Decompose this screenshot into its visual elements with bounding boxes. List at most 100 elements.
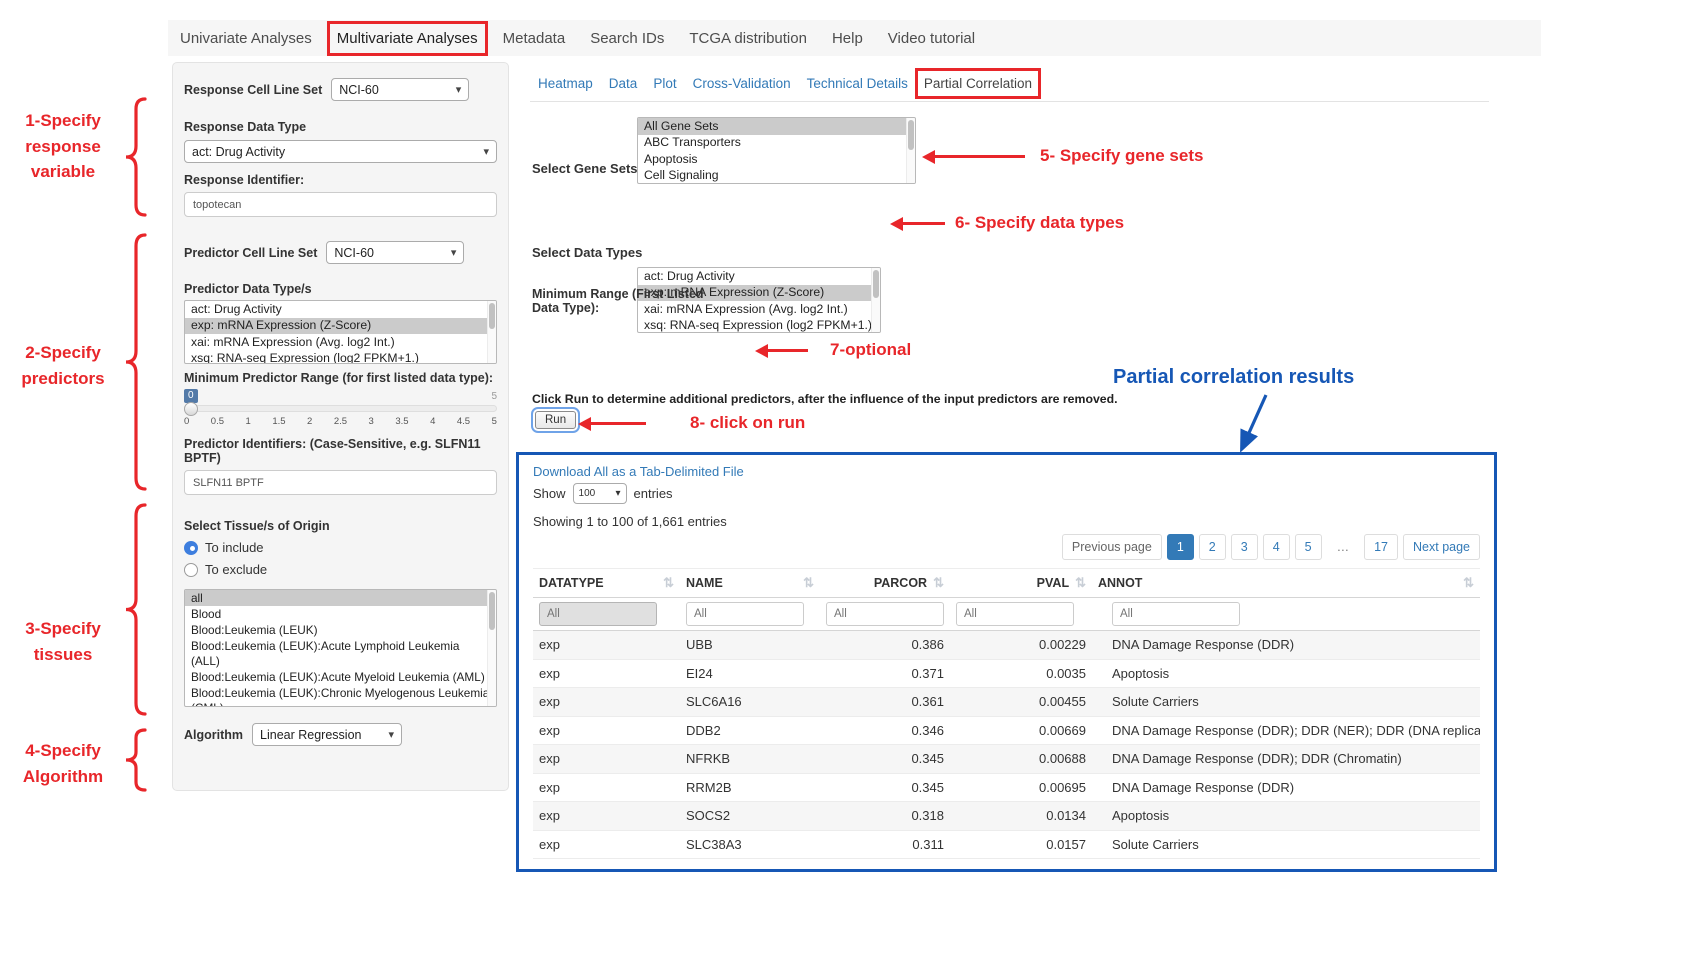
- list-option[interactable]: xsq: RNA-seq Expression (log2 FPKM+1.): [185, 351, 496, 364]
- table-row[interactable]: exp RRM2B 0.345 0.00695 DNA Damage Respo…: [533, 774, 1480, 803]
- response-cell-line-set-select[interactable]: NCI-60 ▾: [331, 78, 469, 101]
- download-all-link[interactable]: Download All as a Tab-Delimited File: [533, 464, 744, 479]
- tab-heatmap[interactable]: Heatmap: [538, 76, 593, 91]
- radio-to-exclude[interactable]: To exclude: [184, 562, 497, 577]
- cell-datatype: exp: [533, 694, 680, 709]
- table-row[interactable]: exp NFRKB 0.345 0.00688 DNA Damage Respo…: [533, 745, 1480, 774]
- radio-to-include[interactable]: To include: [184, 540, 497, 555]
- sort-icon[interactable]: ⇅: [1463, 575, 1474, 591]
- cell-datatype: exp: [533, 780, 680, 795]
- cell-parcor: 0.386: [820, 637, 950, 652]
- list-option[interactable]: Blood: [185, 606, 496, 622]
- tab-cross-validation[interactable]: Cross-Validation: [693, 76, 791, 91]
- column-header-annot[interactable]: ANNOT ⇅: [1092, 575, 1480, 591]
- cell-name: DDB2: [680, 723, 820, 738]
- list-option[interactable]: Blood:Leukemia (LEUK):Chronic Myelogenou…: [185, 686, 496, 707]
- response-data-type-select[interactable]: act: Drug Activity ▾: [184, 140, 497, 163]
- column-header-pval[interactable]: PVAL ⇅: [950, 575, 1092, 591]
- page-button-1[interactable]: 1: [1167, 534, 1194, 560]
- list-option[interactable]: xai: mRNA Expression (Avg. log2 Int.): [185, 334, 496, 351]
- chevron-down-icon: ▾: [456, 83, 462, 96]
- predictor-cell-line-set-select[interactable]: NCI-60 ▾: [326, 241, 464, 264]
- scrollbar-thumb[interactable]: [873, 270, 879, 298]
- tick-label: 1: [246, 416, 251, 427]
- cell-parcor: 0.345: [820, 751, 950, 766]
- tab-data[interactable]: Data: [609, 76, 638, 91]
- filter-input-datatype[interactable]: [539, 602, 657, 626]
- list-option[interactable]: act: Drug Activity: [185, 301, 496, 318]
- list-option[interactable]: Blood:Leukemia (LEUK):Acute Lymphoid Leu…: [185, 638, 496, 669]
- tick-label: 2.5: [334, 416, 347, 427]
- sort-icon[interactable]: ⇅: [663, 575, 674, 591]
- list-option[interactable]: ABC Transporters: [638, 135, 915, 152]
- list-option[interactable]: Blood:Leukemia (LEUK):Acute Myeloid Leuk…: [185, 669, 496, 685]
- column-label: DATATYPE: [539, 576, 604, 590]
- annotation-step4: 4-Specify Algorithm: [8, 738, 118, 789]
- list-option[interactable]: Cell Signaling: [638, 168, 915, 184]
- predictor-identifiers-input[interactable]: [184, 470, 497, 495]
- nav-item-tcga-distribution[interactable]: TCGA distribution: [689, 30, 807, 47]
- slider-handle[interactable]: [184, 402, 198, 416]
- algorithm-label: Algorithm: [184, 728, 243, 742]
- sort-icon[interactable]: ⇅: [933, 575, 944, 591]
- slider-track[interactable]: [184, 405, 497, 412]
- filter-input-annot[interactable]: [1112, 602, 1240, 626]
- scrollbar-thumb[interactable]: [908, 120, 914, 150]
- select-value: act: Drug Activity: [192, 145, 285, 159]
- table-row[interactable]: exp EI24 0.371 0.0035 Apoptosis: [533, 660, 1480, 689]
- cell-name: SLC38A3: [680, 837, 820, 852]
- min-range-label: Minimum Range (First Listed Data Type):: [532, 287, 710, 315]
- page-button-17[interactable]: 17: [1364, 534, 1398, 560]
- table-row[interactable]: exp SLC38A3 0.311 0.0157 Solute Carriers: [533, 831, 1480, 860]
- select-value: NCI-60: [339, 83, 379, 97]
- nav-item-video-tutorial[interactable]: Video tutorial: [888, 30, 975, 47]
- next-page-button[interactable]: Next page: [1403, 534, 1480, 560]
- tab-plot[interactable]: Plot: [653, 76, 676, 91]
- column-header-name[interactable]: NAME ⇅: [680, 575, 820, 591]
- filter-input-name[interactable]: [686, 602, 804, 626]
- chevron-down-icon: ▾: [451, 246, 457, 259]
- list-option[interactable]: act: Drug Activity: [638, 268, 880, 285]
- scrollbar[interactable]: [487, 301, 496, 363]
- table-row[interactable]: exp UBB 0.386 0.00229 DNA Damage Respons…: [533, 631, 1480, 660]
- scrollbar[interactable]: [906, 118, 915, 183]
- list-option[interactable]: Apoptosis: [638, 151, 915, 168]
- page-button-2[interactable]: 2: [1199, 534, 1226, 560]
- cell-name: SOCS2: [680, 808, 820, 823]
- scrollbar-thumb[interactable]: [489, 303, 495, 329]
- page-size-select[interactable]: 100 ▾: [573, 483, 627, 504]
- page-button-3[interactable]: 3: [1231, 534, 1258, 560]
- nav-item-search-ids[interactable]: Search IDs: [590, 30, 664, 47]
- response-identifier-input[interactable]: [184, 192, 497, 217]
- list-option[interactable]: Blood:Leukemia (LEUK): [185, 622, 496, 638]
- page-button-5[interactable]: 5: [1295, 534, 1322, 560]
- scrollbar-thumb[interactable]: [489, 592, 495, 630]
- column-header-datatype[interactable]: DATATYPE ⇅: [533, 575, 680, 591]
- nav-item-metadata[interactable]: Metadata: [503, 30, 566, 47]
- run-button[interactable]: Run: [535, 411, 576, 429]
- table-row[interactable]: exp SOCS2 0.318 0.0134 Apoptosis: [533, 802, 1480, 831]
- scrollbar[interactable]: [487, 590, 496, 706]
- list-option-selected[interactable]: exp: mRNA Expression (Z-Score): [185, 318, 496, 335]
- table-row[interactable]: exp DDB2 0.346 0.00669 DNA Damage Respon…: [533, 717, 1480, 746]
- algorithm-select[interactable]: Linear Regression ▾: [252, 723, 402, 746]
- nav-item-univariate-analyses[interactable]: Univariate Analyses: [180, 30, 312, 47]
- sort-icon[interactable]: ⇅: [803, 575, 814, 591]
- cell-annot: Solute Carriers: [1092, 837, 1480, 852]
- nav-item-multivariate-analyses[interactable]: Multivariate Analyses: [337, 30, 478, 47]
- column-header-parcor[interactable]: PARCOR ⇅: [820, 575, 950, 591]
- table-row[interactable]: exp SLC6A16 0.361 0.00455 Solute Carrier…: [533, 688, 1480, 717]
- list-option-selected[interactable]: All Gene Sets: [638, 118, 915, 135]
- list-option-selected[interactable]: all: [185, 590, 496, 606]
- page-button-4[interactable]: 4: [1263, 534, 1290, 560]
- tick-label: 3.5: [395, 416, 408, 427]
- list-option[interactable]: xsq: RNA-seq Expression (log2 FPKM+1.): [638, 318, 880, 333]
- filter-input-parcor[interactable]: [826, 602, 944, 626]
- scrollbar[interactable]: [871, 268, 880, 332]
- tab-partial-correlation[interactable]: Partial Correlation: [924, 76, 1032, 91]
- nav-item-help[interactable]: Help: [832, 30, 863, 47]
- previous-page-button[interactable]: Previous page: [1062, 534, 1162, 560]
- sort-icon[interactable]: ⇅: [1075, 575, 1086, 591]
- tab-technical-details[interactable]: Technical Details: [807, 76, 908, 91]
- filter-input-pval[interactable]: [956, 602, 1074, 626]
